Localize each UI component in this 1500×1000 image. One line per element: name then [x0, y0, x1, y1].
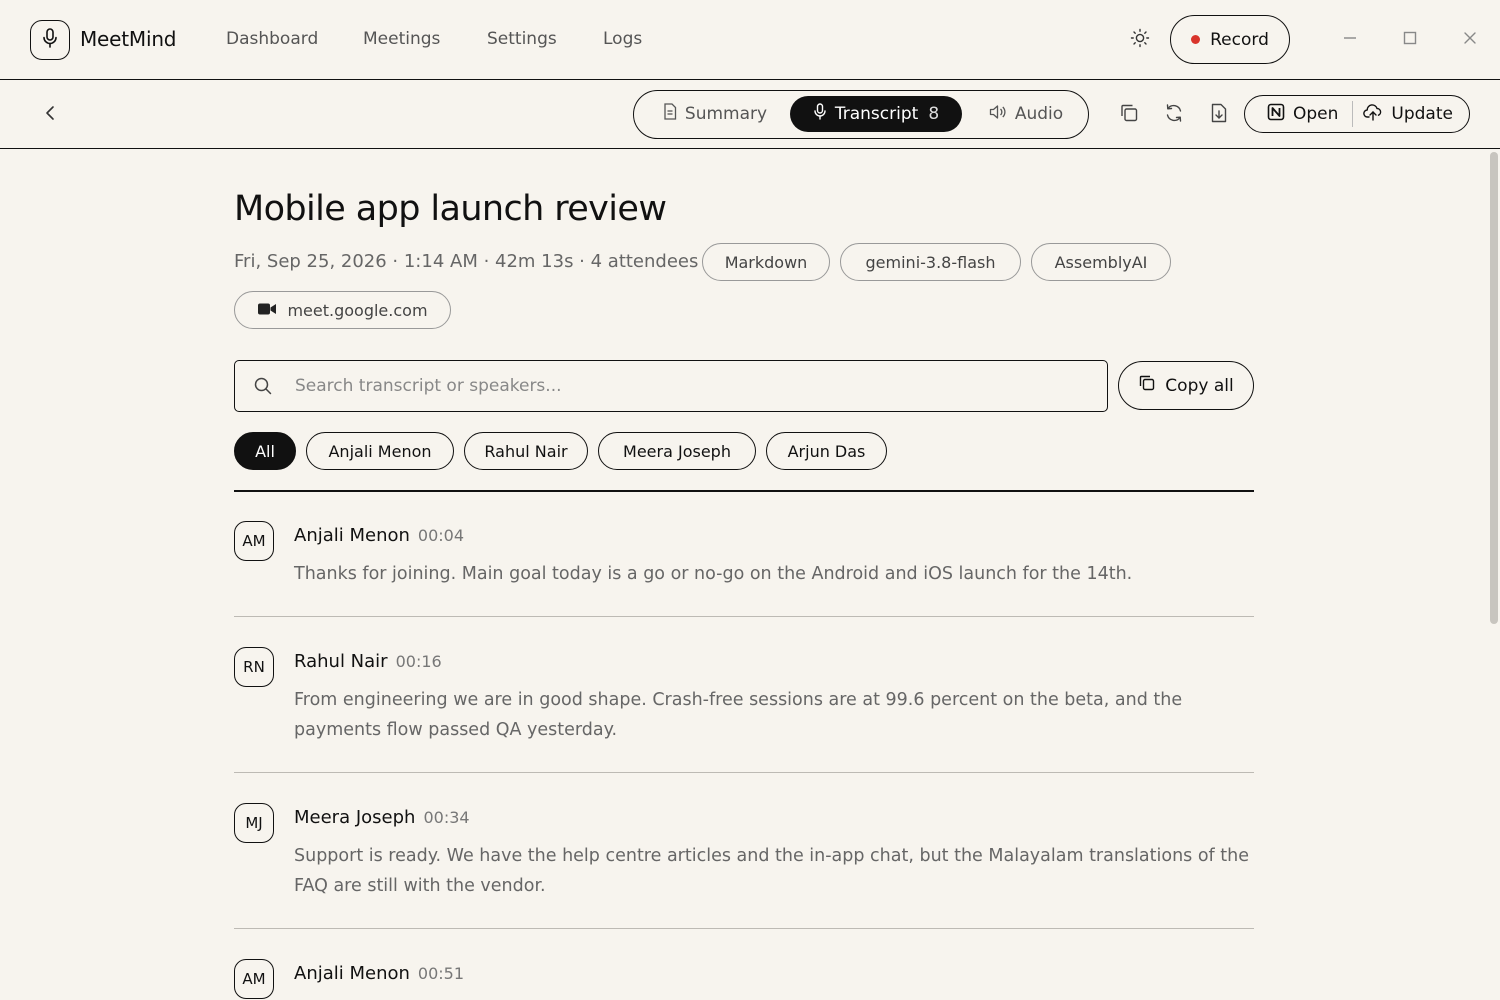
speaker-name-row: Anjali Menon 00:51: [294, 963, 464, 984]
record-label: Record: [1210, 29, 1269, 50]
tab-audio[interactable]: Audio: [968, 96, 1084, 132]
avatar: MJ: [234, 803, 274, 843]
timestamp[interactable]: 00:16: [396, 652, 442, 671]
update-label: Update: [1391, 104, 1453, 124]
search-input[interactable]: [295, 361, 1095, 411]
utterance-text: Thanks for joining. Main goal today is a…: [294, 564, 1133, 584]
utterance-text: Support is ready. We have the help centr…: [294, 846, 1249, 896]
speaker-name-row: Rahul Nair 00:16: [294, 651, 442, 672]
minimize-icon: [1342, 30, 1358, 50]
copy-icon: [1138, 374, 1156, 397]
cloud-upload-icon: [1363, 103, 1383, 126]
record-dot-icon: [1191, 35, 1201, 44]
speaker-name: Rahul Nair: [294, 651, 388, 672]
speaker-name-row: Anjali Menon 00:04: [294, 525, 464, 546]
sun-icon: [1130, 28, 1150, 52]
copy-icon: [1119, 103, 1139, 127]
meeting-meta: Fri, Sep 25, 2026 · 1:14 AM · 42m 13s · …: [234, 251, 699, 272]
minimize-button[interactable]: [1336, 26, 1364, 54]
close-button[interactable]: [1456, 26, 1484, 54]
theme-toggle-button[interactable]: [1126, 26, 1154, 54]
avatar: AM: [234, 959, 274, 999]
divider: [234, 490, 1254, 492]
transcript-search: [234, 360, 1108, 412]
app-logo: [30, 20, 70, 60]
update-button[interactable]: Update: [1353, 96, 1467, 132]
title-bar: MeetMind Dashboard Meetings Settings Log…: [0, 0, 1500, 80]
avatar: AM: [234, 521, 274, 561]
export-icon: [1210, 103, 1228, 127]
app-name: MeetMind: [80, 27, 177, 51]
tab-transcript-label: Transcript: [834, 104, 919, 124]
tab-transcript[interactable]: Transcript 8: [790, 96, 962, 132]
meeting-toolbar: Summary Transcript 8 Audio Open Update: [0, 80, 1500, 149]
open-label: Open: [1293, 104, 1339, 124]
filter-meera-joseph[interactable]: Meera Joseph: [598, 432, 756, 470]
format-chip: Markdown: [702, 243, 830, 281]
maximize-button[interactable]: [1396, 26, 1424, 54]
filter-anjali-menon[interactable]: Anjali Menon: [306, 432, 454, 470]
meeting-link-label: meet.google.com: [287, 300, 428, 320]
notion-actions: Open Update: [1244, 95, 1470, 133]
document-icon: [663, 103, 677, 125]
speaker-name: Anjali Menon: [294, 525, 410, 546]
speaker-name-row: Meera Joseph 00:34: [294, 807, 470, 828]
mic-icon: [813, 103, 827, 125]
back-button[interactable]: [36, 100, 66, 130]
scrollbar-thumb[interactable]: [1490, 152, 1498, 624]
speaker-name: Meera Joseph: [294, 807, 416, 828]
filter-rahul-nair[interactable]: Rahul Nair: [464, 432, 588, 470]
nav-meetings[interactable]: Meetings: [363, 29, 440, 49]
divider: [234, 616, 1254, 617]
nav-dashboard[interactable]: Dashboard: [226, 29, 318, 49]
transcript-count-badge: 8: [928, 104, 940, 124]
page-title: Mobile app launch review: [234, 189, 667, 229]
close-icon: [1462, 30, 1478, 50]
copy-all-button[interactable]: Copy all: [1118, 361, 1254, 410]
refresh-button[interactable]: [1159, 100, 1189, 130]
timestamp[interactable]: 00:34: [423, 808, 469, 827]
speaker-name: Anjali Menon: [294, 963, 410, 984]
divider: [234, 772, 1254, 773]
open-button[interactable]: Open: [1245, 96, 1352, 132]
copy-button[interactable]: [1114, 100, 1144, 130]
mic-icon: [41, 28, 59, 52]
transcriber-chip: AssemblyAI: [1031, 243, 1171, 281]
meeting-link-chip[interactable]: meet.google.com: [234, 291, 451, 329]
speaker-icon: [989, 104, 1007, 125]
timestamp[interactable]: 00:04: [418, 526, 464, 545]
copy-all-label: Copy all: [1165, 375, 1234, 396]
tab-summary-label: Summary: [684, 104, 768, 124]
utterance-text: From engineering we are in good shape. C…: [294, 690, 1183, 740]
chevron-left-icon: [44, 105, 58, 125]
export-button[interactable]: [1204, 100, 1234, 130]
record-button[interactable]: Record: [1170, 15, 1290, 64]
timestamp[interactable]: 00:51: [418, 964, 464, 983]
video-camera-icon: [257, 301, 277, 320]
filter-all[interactable]: All: [234, 432, 296, 470]
notion-icon: [1267, 103, 1285, 126]
refresh-icon: [1164, 103, 1184, 127]
avatar: RN: [234, 647, 274, 687]
filter-arjun-das[interactable]: Arjun Das: [766, 432, 887, 470]
divider: [234, 928, 1254, 929]
tab-audio-label: Audio: [1014, 104, 1064, 124]
model-chip: gemini-3.8-flash: [840, 243, 1021, 281]
search-icon: [253, 376, 273, 400]
nav-logs[interactable]: Logs: [603, 29, 642, 49]
nav-settings[interactable]: Settings: [487, 29, 557, 49]
view-tabs: Summary Transcript 8 Audio: [633, 90, 1089, 139]
maximize-icon: [1402, 30, 1418, 50]
tab-summary[interactable]: Summary: [639, 96, 791, 132]
